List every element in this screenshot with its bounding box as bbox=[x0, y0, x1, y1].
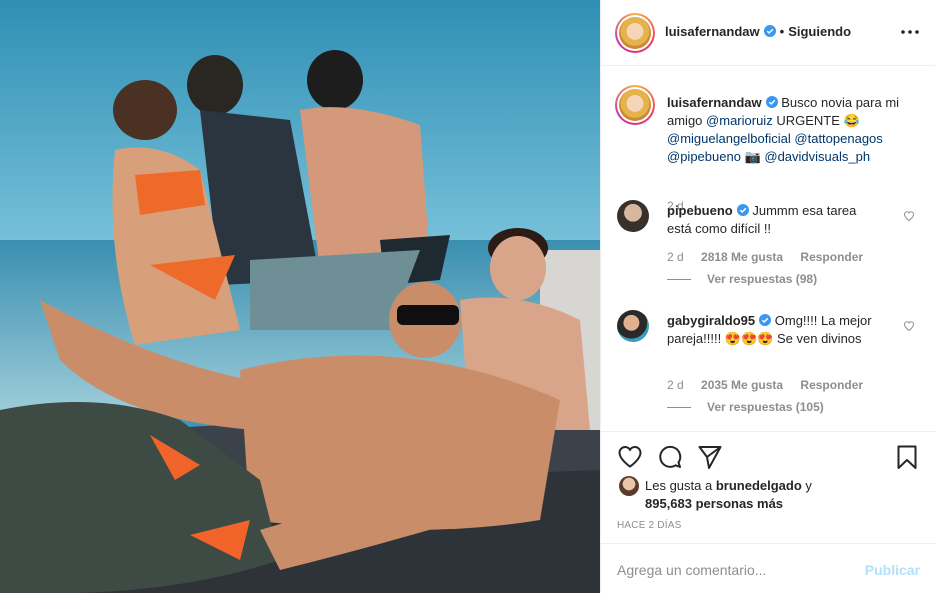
likes-count[interactable]: 895,683 personas más bbox=[645, 495, 783, 513]
caption-username[interactable]: luisafernandaw bbox=[667, 95, 762, 110]
liker-username[interactable]: brunedelgado bbox=[716, 478, 802, 493]
commenter-username[interactable]: pipebueno bbox=[667, 203, 733, 218]
view-replies-label: Ver respuestas (105) bbox=[707, 400, 824, 414]
post-header: luisafernandaw • Siguiendo bbox=[601, 0, 935, 66]
add-comment-bar: Agrega un comentario... Publicar bbox=[601, 543, 935, 593]
reply-button[interactable]: Responder bbox=[800, 250, 863, 264]
post-date[interactable]: HACE 2 DÍAS bbox=[617, 520, 681, 531]
caption-avatar[interactable] bbox=[615, 85, 655, 125]
comment-time[interactable]: 2 d bbox=[667, 378, 684, 392]
comment-likes[interactable]: 2818 Me gusta bbox=[701, 250, 783, 264]
author-avatar[interactable] bbox=[615, 13, 655, 53]
verified-badge-icon bbox=[765, 96, 778, 108]
liked-by-line: Les gusta a brunedelgado y bbox=[645, 477, 812, 495]
comment-likes[interactable]: 2035 Me gusta bbox=[701, 378, 783, 392]
commenter-avatar[interactable] bbox=[617, 200, 649, 232]
comment-like-icon[interactable] bbox=[903, 320, 915, 332]
heart-icon[interactable] bbox=[617, 444, 643, 470]
author-username[interactable]: luisafernandaw bbox=[665, 24, 760, 39]
caption-text-2: URGENTE 😂 bbox=[776, 113, 860, 128]
mention-link[interactable]: @pipebueno bbox=[667, 149, 741, 164]
replies-divider bbox=[667, 407, 691, 409]
comment-input[interactable]: Agrega un comentario... bbox=[617, 562, 766, 578]
author-header-line: luisafernandaw • Siguiendo bbox=[665, 24, 851, 39]
mention-link[interactable]: @miguelangelboficial bbox=[667, 131, 791, 146]
mention-link[interactable]: @tattopenagos bbox=[794, 131, 882, 146]
comments-section[interactable]: luisafernandaw Busco novia para mi amigo… bbox=[601, 67, 935, 431]
liked-by-prefix: Les gusta a bbox=[645, 478, 713, 493]
liked-by-suffix: y bbox=[805, 478, 812, 493]
replies-divider bbox=[667, 279, 691, 281]
following-button[interactable]: Siguiendo bbox=[788, 24, 851, 39]
view-replies-button[interactable]: Ver respuestas (105) bbox=[667, 400, 824, 414]
comment-time[interactable]: 2 d bbox=[667, 250, 684, 264]
view-replies-button[interactable]: Ver respuestas (98) bbox=[667, 272, 817, 286]
mention-link[interactable]: @davidvisuals_ph bbox=[764, 149, 870, 164]
comment-meta: 2 d 2035 Me gusta Responder bbox=[667, 378, 877, 392]
camera-emoji: 📷 bbox=[744, 149, 761, 164]
comment-icon[interactable] bbox=[657, 444, 683, 470]
publish-button[interactable]: Publicar bbox=[865, 562, 920, 578]
view-replies-label: Ver respuestas (98) bbox=[707, 272, 818, 286]
header-separator: • bbox=[779, 24, 785, 39]
commenter-username[interactable]: gabygiraldo95 bbox=[667, 313, 755, 328]
commenter-avatar[interactable] bbox=[617, 310, 649, 342]
verified-badge-icon bbox=[736, 204, 749, 216]
mention-link[interactable]: @marioruiz bbox=[706, 113, 773, 128]
comment-like-icon[interactable] bbox=[903, 210, 915, 222]
liker-avatar[interactable] bbox=[619, 476, 639, 496]
verified-badge-icon bbox=[759, 314, 772, 326]
post-actions: Les gusta a brunedelgado y 895,683 perso… bbox=[601, 431, 935, 551]
comment-meta: 2 d 2818 Me gusta Responder bbox=[667, 250, 877, 264]
more-options-icon[interactable] bbox=[900, 24, 920, 40]
reply-button[interactable]: Responder bbox=[800, 378, 863, 392]
share-icon[interactable] bbox=[697, 444, 723, 470]
post-photo[interactable] bbox=[0, 0, 600, 593]
post-photo-image bbox=[0, 0, 600, 593]
post-side-panel: luisafernandaw • Siguiendo luisafernandaw … bbox=[600, 0, 935, 593]
bookmark-icon[interactable] bbox=[894, 444, 920, 470]
verified-badge-icon bbox=[763, 25, 776, 37]
